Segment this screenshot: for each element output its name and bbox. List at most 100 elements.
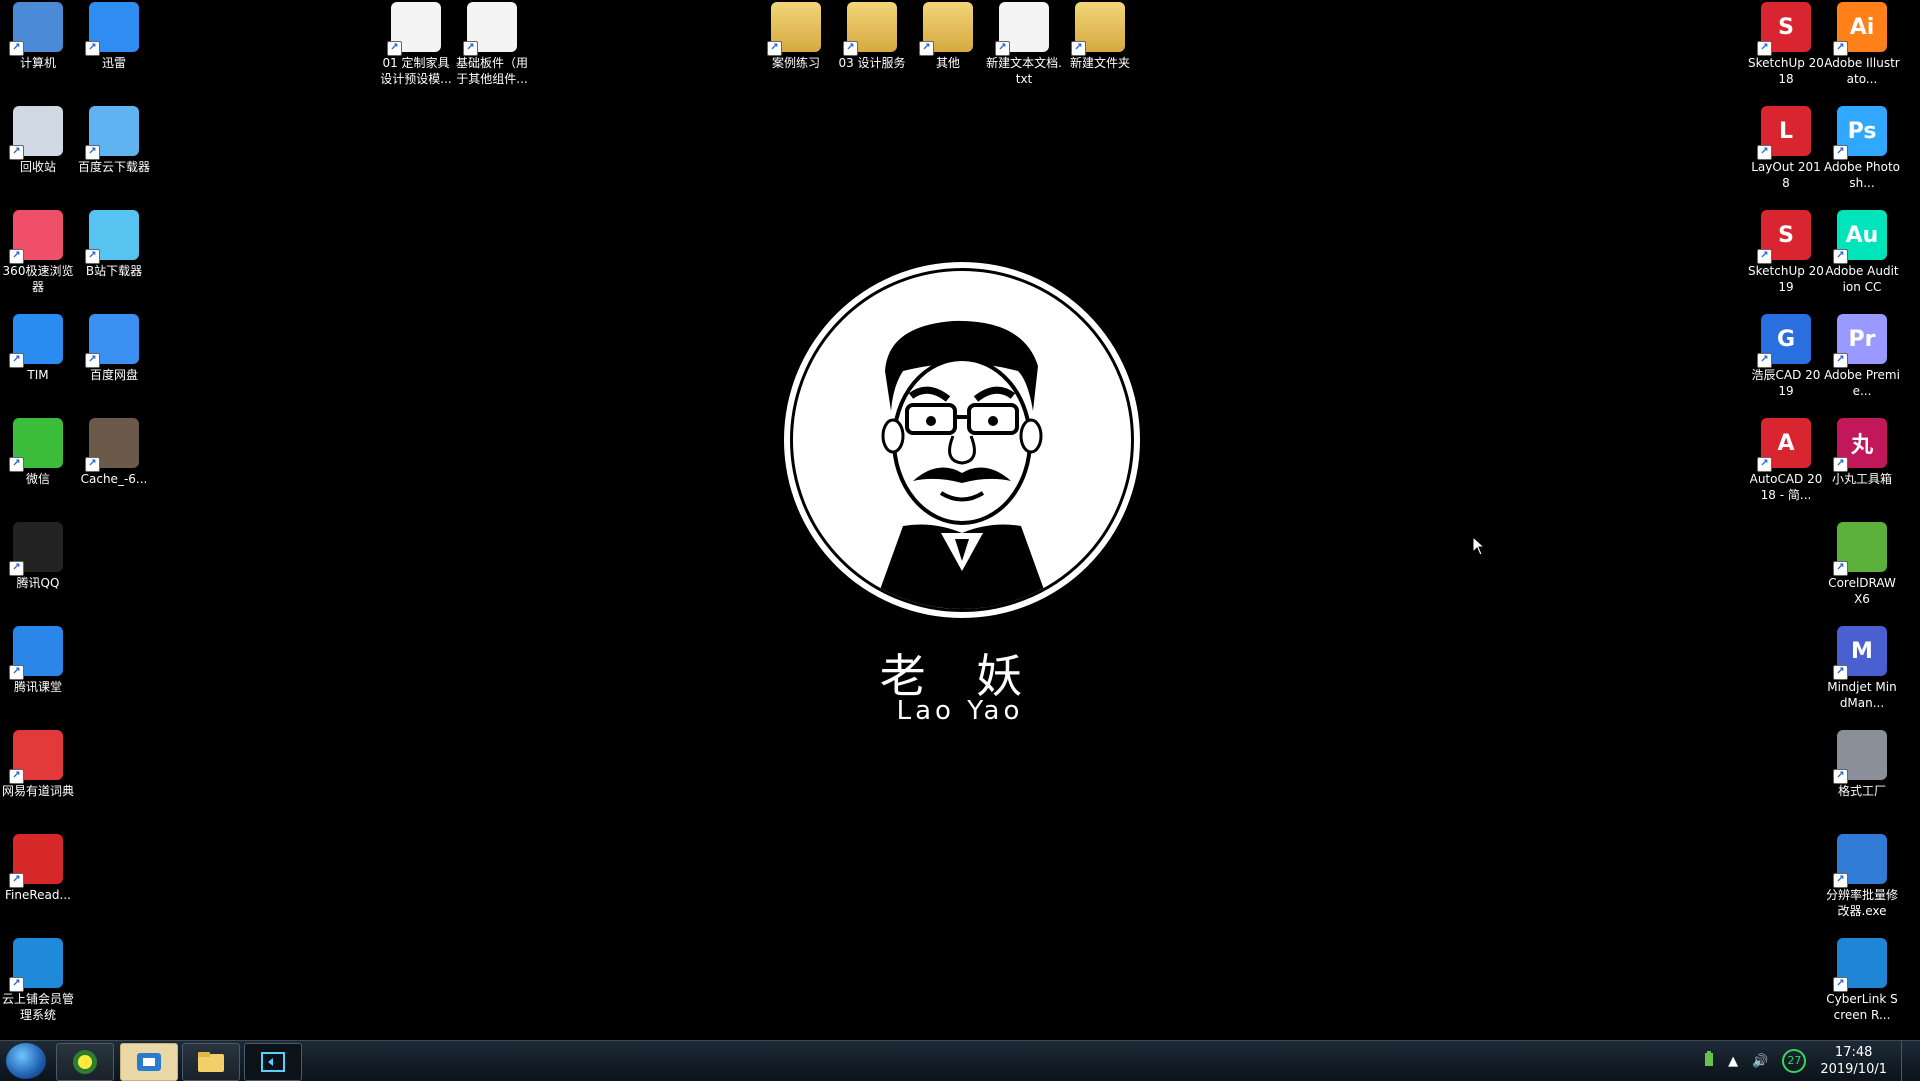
desktop-icon-label: 01 定制家具设计预设模...	[380, 56, 452, 86]
text-file-icon: ↗	[995, 2, 1049, 56]
desktop-icon[interactable]: ↗ 新建文件夹	[1062, 2, 1138, 71]
shortcut-arrow-icon: ↗	[85, 145, 100, 160]
desktop-icon-label: 百度网盘	[89, 368, 138, 382]
image-file-icon: ↗	[85, 418, 139, 472]
desktop-icon[interactable]: ↗ 云上铺会员管理系统	[0, 938, 76, 1023]
desktop-icon-label: SketchUp 2019	[1748, 264, 1824, 294]
desktop-icon[interactable]: ↗ CyberLink Screen R...	[1824, 938, 1900, 1023]
desktop-icon[interactable]: ↗ 其他	[910, 2, 986, 71]
show-hidden-icons-icon[interactable]: ▲	[1728, 1054, 1738, 1069]
desktop-icon[interactable]: 丸 ↗ 小丸工具箱	[1824, 418, 1900, 487]
browser-360-icon: ↗	[9, 210, 63, 264]
tray-badge[interactable]: 27	[1782, 1049, 1807, 1073]
shortcut-arrow-icon: ↗	[1833, 977, 1848, 992]
desktop-icon[interactable]: ↗ 回收站	[0, 106, 76, 175]
shortcut-arrow-icon: ↗	[9, 457, 24, 472]
show-desktop-button[interactable]	[1901, 1041, 1910, 1081]
sketchup-file-icon: ↗	[463, 2, 517, 56]
computer-icon: ↗	[9, 2, 63, 56]
desktop-icon[interactable]: ↗ FineRead...	[0, 834, 76, 903]
desktop-icon-label: SketchUp 2018	[1748, 56, 1824, 86]
desktop-icon-label: 百度云下载器	[77, 160, 150, 174]
video-app-icon[interactable]	[120, 1043, 178, 1081]
desktop-icon[interactable]: ↗ 腾讯QQ	[0, 522, 76, 591]
yunshangpu-icon: ↗	[9, 938, 63, 992]
desktop-icon[interactable]: ↗ CorelDRAW X6	[1824, 522, 1900, 607]
desktop-icon[interactable]: ↗ 新建文本文档.txt	[986, 2, 1062, 87]
desktop-icon[interactable]: ↗ 360极速浏览器	[0, 210, 76, 295]
shortcut-arrow-icon: ↗	[1757, 457, 1772, 472]
coreldraw-icon: ↗	[1833, 522, 1887, 576]
desktop-icon-label: CyberLink Screen R...	[1826, 992, 1898, 1022]
desktop-icon[interactable]: ↗ 格式工厂	[1824, 730, 1900, 799]
desktop-icon[interactable]: Ai ↗ Adobe Illustrato...	[1824, 2, 1900, 87]
baidu-netdisk-icon: ↗	[85, 314, 139, 368]
desktop-icon[interactable]: S ↗ SketchUp 2019	[1748, 210, 1824, 295]
desktop-icon[interactable]: ↗ 案例练习	[758, 2, 834, 71]
desktop-icon[interactable]: Pr ↗ Adobe Premie...	[1824, 314, 1900, 399]
shortcut-arrow-icon: ↗	[1833, 457, 1848, 472]
desktop-icon[interactable]: ↗ 计算机	[0, 2, 76, 71]
desktop-icon[interactable]: A ↗ AutoCAD 2018 - 简...	[1748, 418, 1824, 503]
desktop-icon[interactable]: Au ↗ Adobe Audition CC	[1824, 210, 1900, 295]
desktop-icon[interactable]: ↗ B站下载器	[76, 210, 152, 279]
desktop-icon-label: Adobe Photosh...	[1824, 160, 1901, 190]
autocad-icon: A ↗	[1757, 418, 1811, 472]
desktop-icon[interactable]: ↗ 百度网盘	[76, 314, 152, 383]
screen-recorder-icon[interactable]	[244, 1043, 302, 1081]
sketchup-file-icon: ↗	[387, 2, 441, 56]
desktop-icon[interactable]: ↗ 网易有道词典	[0, 730, 76, 799]
file-explorer-icon[interactable]	[182, 1043, 240, 1081]
desktop-icon[interactable]: ↗ 百度云下载器	[76, 106, 152, 175]
volume-icon[interactable]: 🔊	[1752, 1054, 1768, 1069]
shortcut-arrow-icon: ↗	[1833, 249, 1848, 264]
youdao-icon: ↗	[9, 730, 63, 784]
desktop-icon[interactable]: L ↗ LayOut 2018	[1748, 106, 1824, 191]
desktop-icon-label: 网易有道词典	[1, 784, 74, 798]
tim-icon: ↗	[9, 314, 63, 368]
desktop-icon[interactable]: ↗ 分辨率批量修改器.exe	[1824, 834, 1900, 919]
desktop-icon[interactable]: ↗ 微信	[0, 418, 76, 487]
desktop-icon[interactable]: ↗ TIM	[0, 314, 76, 383]
windows-start-icon[interactable]	[6, 1043, 46, 1079]
clock[interactable]: 17:48 2019/10/1	[1820, 1044, 1887, 1078]
shortcut-arrow-icon: ↗	[9, 249, 24, 264]
desktop-icon[interactable]: Ps ↗ Adobe Photosh...	[1824, 106, 1900, 191]
shortcut-arrow-icon: ↗	[9, 41, 24, 56]
recycle-bin-icon: ↗	[9, 106, 63, 160]
desktop-icon[interactable]: ↗ 01 定制家具设计预设模...	[378, 2, 454, 87]
folder-icon: ↗	[843, 2, 897, 56]
desktop-icon[interactable]: ↗ 03 设计服务	[834, 2, 910, 71]
shortcut-arrow-icon: ↗	[767, 41, 782, 56]
sketchup-icon: S ↗	[1757, 2, 1811, 56]
desktop-icon-label: Adobe Audition CC	[1825, 264, 1899, 294]
desktop-icon[interactable]: S ↗ SketchUp 2018	[1748, 2, 1824, 87]
desktop-icon[interactable]: G ↗ 浩辰CAD 2019	[1748, 314, 1824, 399]
shortcut-arrow-icon: ↗	[387, 41, 402, 56]
desktop-icon[interactable]: ↗ Cache_-6...	[76, 418, 152, 487]
xunlei-icon: ↗	[85, 2, 139, 56]
taskbar: ▲ 🔊 27 17:48 2019/10/1	[0, 1040, 1920, 1081]
desktop-icon-label: 微信	[25, 472, 50, 486]
360-icon[interactable]	[56, 1043, 114, 1081]
bilibili-icon: ↗	[85, 210, 139, 264]
format-factory-icon: ↗	[1833, 730, 1887, 784]
desktop-icon-label: 案例练习	[771, 56, 820, 70]
xiaowan-icon: 丸 ↗	[1833, 418, 1887, 472]
shortcut-arrow-icon: ↗	[9, 561, 24, 576]
shortcut-arrow-icon: ↗	[1071, 41, 1086, 56]
shortcut-arrow-icon: ↗	[919, 41, 934, 56]
battery-icon[interactable]	[1704, 1051, 1714, 1071]
desktop-icon[interactable]: ↗ 迅雷	[76, 2, 152, 71]
shortcut-arrow-icon: ↗	[843, 41, 858, 56]
desktop-icon-label: 基础板件（用于其他组件...	[455, 56, 528, 86]
desktop-icon[interactable]: ↗ 基础板件（用于其他组件...	[454, 2, 530, 87]
desktop-icon-label: LayOut 2018	[1751, 160, 1821, 190]
desktop-icon-label: Cache_-6...	[80, 472, 148, 486]
photoshop-icon: Ps ↗	[1833, 106, 1887, 160]
desktop-icon-label: 格式工厂	[1837, 784, 1886, 798]
desktop-icon-label: Adobe Premie...	[1824, 368, 1900, 398]
desktop-icon-label: 迅雷	[101, 56, 126, 70]
folder-icon: ↗	[767, 2, 821, 56]
desktop-icon-label: 360极速浏览器	[2, 264, 74, 294]
